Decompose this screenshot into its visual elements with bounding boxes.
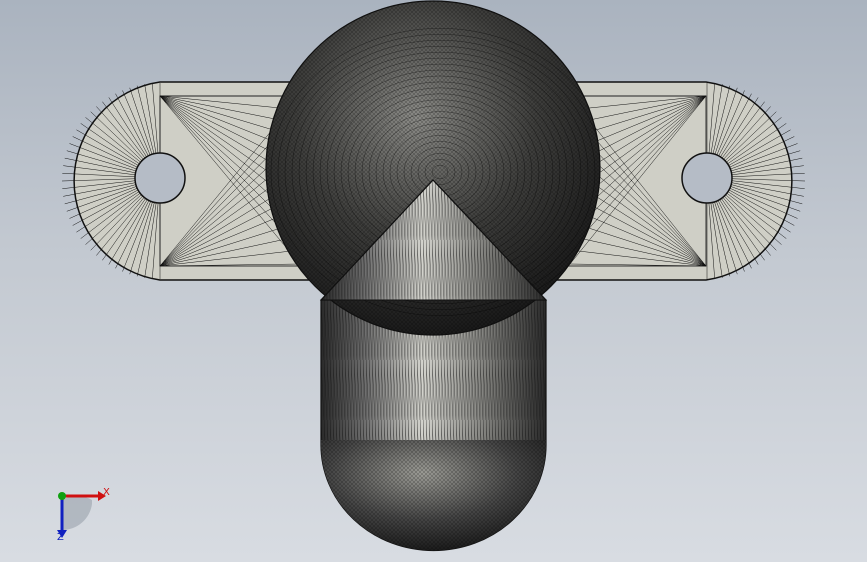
- spherical-head: [265, 0, 601, 336]
- graphics-viewport[interactable]: X Z: [0, 0, 867, 562]
- z-axis-label: Z: [57, 532, 64, 543]
- capsule-body: [320, 299, 547, 552]
- mounting-hole-left: [134, 152, 186, 204]
- mounting-hole-right: [681, 152, 733, 204]
- coordinate-triad: X Z: [40, 478, 120, 548]
- x-axis-label: X: [103, 487, 110, 498]
- y-axis-origin: [58, 492, 66, 500]
- cad-model[interactable]: [0, 0, 867, 562]
